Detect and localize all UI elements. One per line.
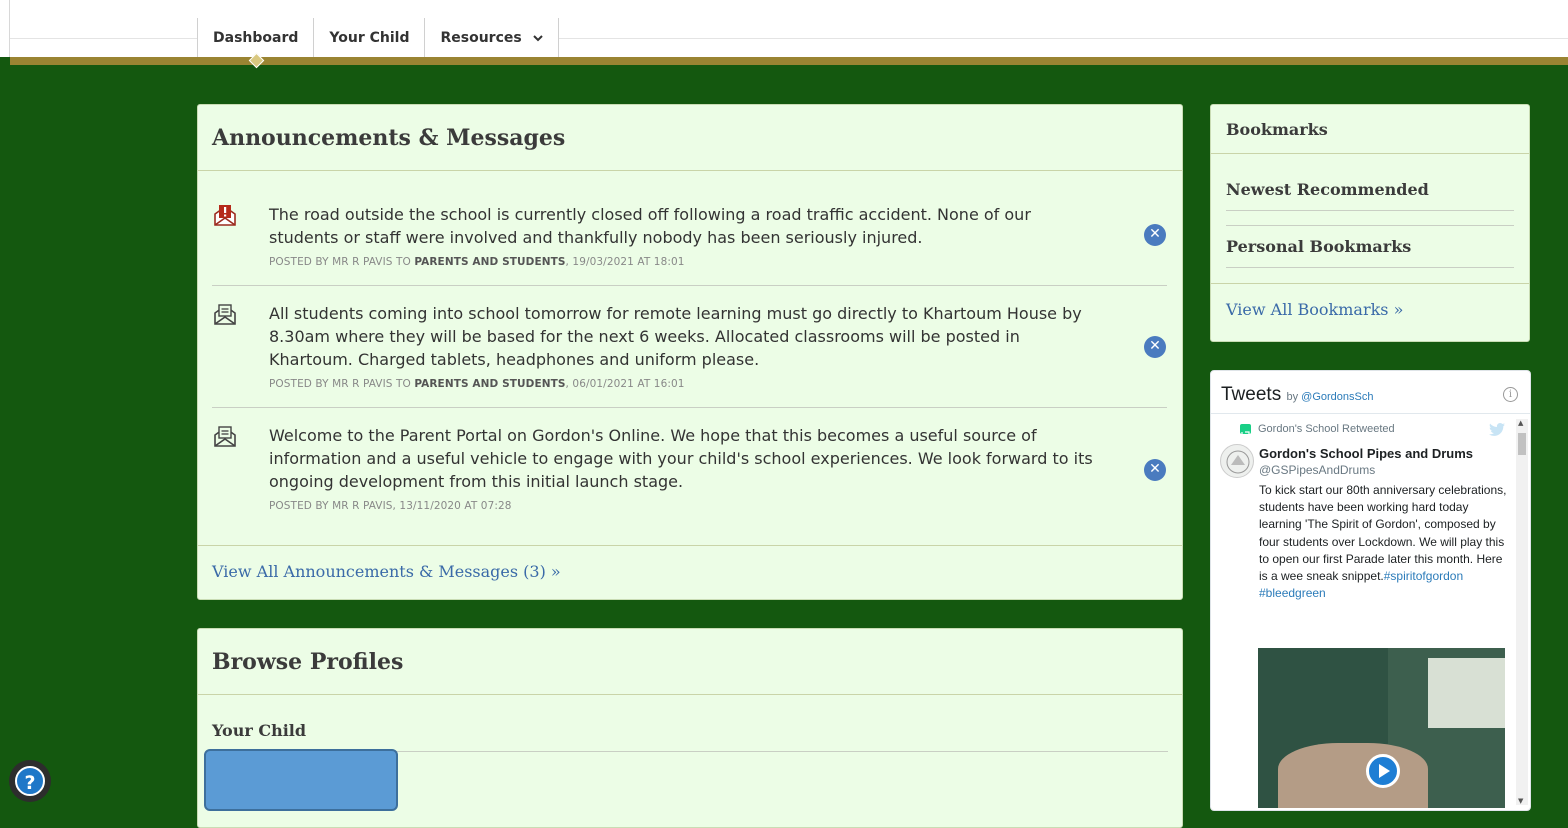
child-profile-card[interactable] [204, 749, 398, 811]
envelope-icon [212, 424, 238, 448]
tweets-handle-link[interactable]: @GordonsSch [1301, 391, 1373, 403]
tab-dashboard-label: Dashboard [213, 30, 299, 46]
hashtag-link[interactable]: #spiritofgordon [1384, 569, 1463, 583]
retweet-icon [1240, 424, 1251, 437]
tweet-body: To kick start our 80th anniversary celeb… [1259, 482, 1511, 602]
announcement-text: Welcome to the Parent Portal on Gordon's… [269, 426, 1093, 491]
twitter-bird-icon [1489, 421, 1505, 440]
browse-profiles-title: Browse Profiles [212, 649, 404, 675]
close-icon: ✕ [1149, 461, 1161, 477]
active-tab-indicator [248, 52, 264, 69]
announcements-header-divider [198, 170, 1182, 171]
announcement-text: All students coming into school tomorrow… [269, 304, 1082, 369]
close-icon: ✕ [1149, 338, 1161, 354]
tab-resources-label: Resources [440, 30, 522, 46]
bookmarks-footer-divider [1211, 283, 1529, 284]
announcements-title: Announcements & Messages [212, 125, 566, 151]
bookmarks-divider [1226, 210, 1514, 211]
bookmarks-panel: Bookmarks Newest Recommended Personal Bo… [1210, 104, 1530, 342]
bookmarks-header-divider [1211, 153, 1529, 154]
dismiss-button[interactable]: ✕ [1144, 224, 1166, 246]
bookmarks-divider [1226, 267, 1514, 268]
announcement-meta-suffix: , 06/01/2021 AT 16:01 [565, 378, 685, 390]
hashtag-link[interactable]: #bleedgreen [1259, 586, 1326, 600]
bookmarks-title: Bookmarks [1226, 120, 1328, 139]
announcement-meta: POSTED BY MR R PAVIS TO PARENTS AND STUD… [269, 378, 685, 390]
announcement-meta-audience: PARENTS AND STUDENTS [414, 378, 566, 390]
chevron-down-icon [532, 20, 543, 60]
announcement-meta-audience: PARENTS AND STUDENTS [414, 256, 566, 268]
tweets-by: by @GordonsSch [1286, 391, 1373, 403]
announcements-footer-divider [198, 545, 1182, 546]
personal-bookmarks-heading[interactable]: Personal Bookmarks [1226, 237, 1411, 256]
tweet-author-name[interactable]: Gordon's School Pipes and Drums [1259, 446, 1473, 461]
tab-dashboard[interactable]: Dashboard [198, 18, 315, 69]
view-all-announcements-link[interactable]: View All Announcements & Messages (3) » [212, 562, 561, 581]
video-window [1428, 658, 1505, 728]
announcement-meta-prefix: POSTED BY MR R PAVIS, 13/11/2020 AT 07:2… [269, 500, 512, 512]
announcement-text: The road outside the school is currently… [269, 205, 1031, 247]
tweets-header: Tweets by @GordonsSch [1221, 384, 1373, 406]
close-icon: ✕ [1149, 226, 1161, 242]
view-all-bookmarks-link[interactable]: View All Bookmarks » [1226, 300, 1403, 319]
tweets-by-label: by [1286, 391, 1299, 403]
help-button[interactable]: ? [9, 760, 51, 802]
retweeted-label: Gordon's School Retweeted [1258, 423, 1395, 435]
announcement-divider [212, 407, 1167, 408]
avatar[interactable] [1220, 444, 1254, 478]
announcement-divider [212, 285, 1167, 286]
main-nav: Dashboard Your Child Resources [197, 18, 559, 69]
your-child-heading: Your Child [212, 721, 307, 740]
tweet-text: To kick start our 80th anniversary celeb… [1259, 483, 1507, 584]
tweet-author-handle[interactable]: @GSPipesAndDrums [1259, 463, 1375, 477]
announcement-meta-prefix: POSTED BY MR R PAVIS TO [269, 256, 415, 268]
envelope-icon [212, 302, 238, 326]
video-students [1278, 743, 1428, 808]
tweets-title: Tweets [1221, 384, 1282, 405]
newest-recommended-heading[interactable]: Newest Recommended [1226, 180, 1429, 199]
announcement-meta-prefix: POSTED BY MR R PAVIS TO [269, 378, 415, 390]
profiles-header-divider [198, 694, 1182, 695]
scroll-down-icon[interactable]: ▼ [1518, 797, 1523, 805]
scrollbar-thumb[interactable] [1518, 433, 1526, 455]
tab-your-child[interactable]: Your Child [314, 18, 426, 57]
tab-resources[interactable]: Resources [425, 18, 559, 60]
bookmarks-divider [1226, 225, 1514, 226]
envelope-alert-icon [212, 203, 238, 227]
gold-accent-bar [10, 57, 1568, 65]
tweets-header-divider [1211, 413, 1530, 414]
scroll-up-icon[interactable]: ▲ [1518, 419, 1523, 427]
help-icon: ? [15, 766, 45, 796]
announcements-panel: Announcements & Messages The road outsid… [197, 104, 1183, 600]
tweet-video-thumbnail[interactable] [1258, 648, 1505, 808]
dismiss-button[interactable]: ✕ [1144, 459, 1166, 481]
tweets-scrollbar[interactable]: ▲ ▼ [1516, 419, 1528, 805]
announcement-meta: POSTED BY MR R PAVIS, 13/11/2020 AT 07:2… [269, 500, 512, 512]
tab-your-child-label: Your Child [329, 30, 410, 46]
info-icon[interactable]: i [1503, 387, 1518, 402]
top-bar-edge [9, 0, 10, 57]
announcement-meta-suffix: , 19/03/2021 AT 18:01 [565, 256, 685, 268]
announcement-meta: POSTED BY MR R PAVIS TO PARENTS AND STUD… [269, 256, 685, 268]
dismiss-button[interactable]: ✕ [1144, 336, 1166, 358]
play-icon[interactable] [1366, 754, 1400, 788]
browse-profiles-panel: Browse Profiles Your Child [197, 628, 1183, 828]
twitter-timeline-widget: Tweets by @GordonsSch i Gordon's School … [1210, 370, 1531, 811]
